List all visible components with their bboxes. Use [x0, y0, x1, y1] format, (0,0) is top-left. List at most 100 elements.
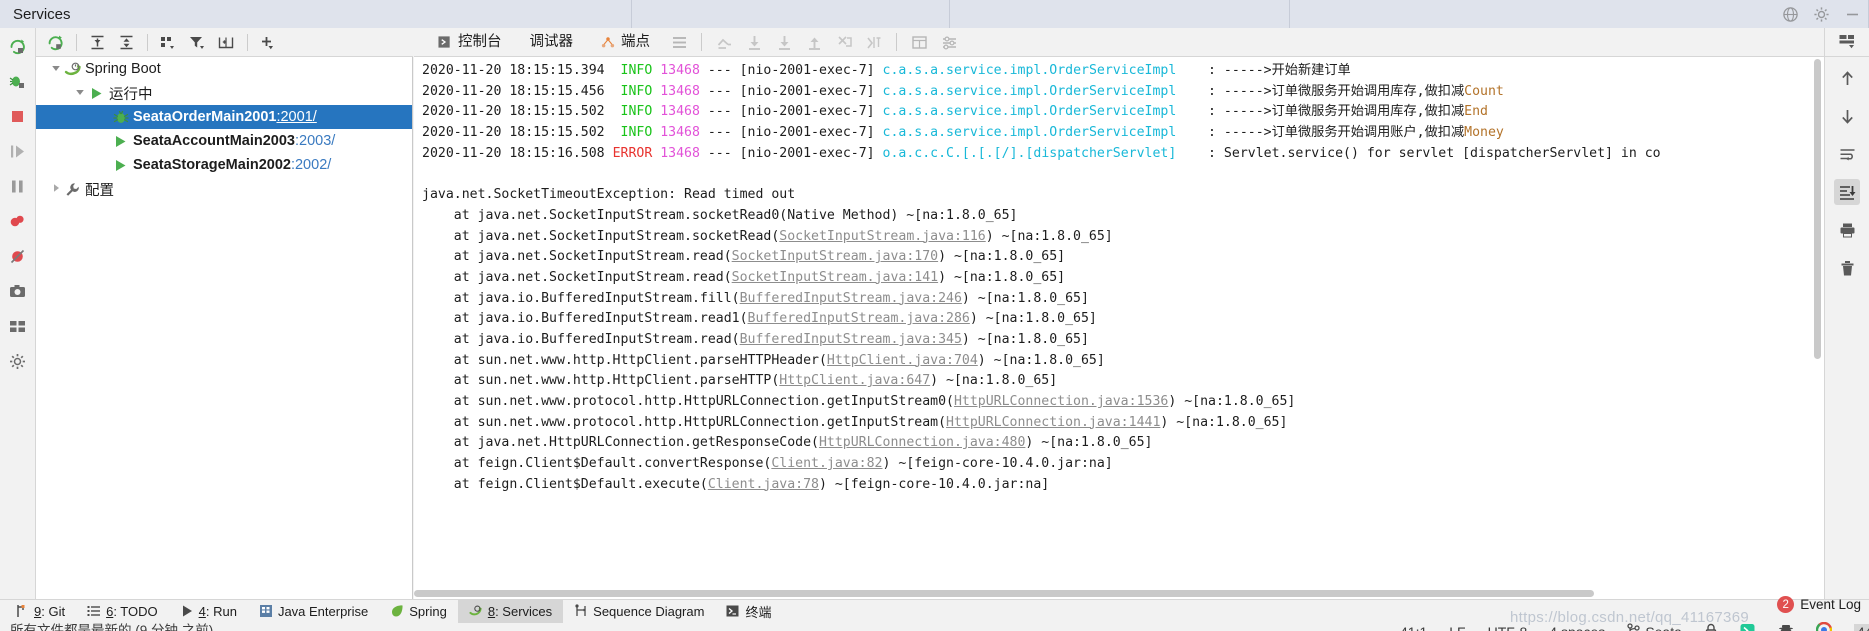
settings-sliders-icon[interactable]: [934, 30, 964, 54]
branch-icon: [1627, 623, 1640, 631]
source-link[interactable]: SocketInputStream.java:170: [732, 249, 938, 264]
group-by-icon[interactable]: [155, 30, 182, 54]
layout-icon[interactable]: [8, 316, 28, 336]
print-icon[interactable]: [1834, 217, 1860, 243]
log-segment: --- [nio-2001-exec-7]: [699, 83, 883, 99]
tab-spring-label: Spring: [409, 603, 447, 619]
scroll-to-end-icon[interactable]: [1834, 179, 1860, 205]
tab-terminal[interactable]: 终端: [715, 600, 782, 623]
source-link[interactable]: SocketInputStream.java:116: [779, 229, 985, 244]
chevron-right-icon[interactable]: [48, 181, 63, 197]
step-into-icon[interactable]: [739, 30, 769, 54]
tree-item-配置[interactable]: 配置: [36, 177, 412, 201]
log-segment: : Servlet.service() for servlet [dispatc…: [1176, 145, 1661, 161]
settings-icon[interactable]: [8, 351, 28, 371]
rerun-service-icon[interactable]: [42, 30, 69, 54]
source-link[interactable]: HttpClient.java:704: [827, 353, 978, 368]
terminal-status-icon[interactable]: [1740, 623, 1756, 631]
step-up-icon[interactable]: [799, 30, 829, 54]
run-to-cursor-icon[interactable]: [829, 30, 859, 54]
lock-icon[interactable]: [1704, 623, 1718, 631]
indent-setting[interactable]: 4 spaces: [1549, 624, 1605, 631]
page-title: Services: [0, 0, 632, 28]
log-segment: ) ~[na:1.8.0_65]: [938, 269, 1066, 285]
tab-endpoints[interactable]: 端点: [587, 29, 664, 56]
evaluate-icon[interactable]: [859, 30, 889, 54]
pause-icon[interactable]: [8, 176, 28, 196]
add-icon[interactable]: [255, 30, 282, 54]
resume-icon[interactable]: [8, 141, 28, 161]
event-log-button[interactable]: 2 Event Log: [1777, 596, 1861, 613]
memory-indicator[interactable]: 442/980M: [1853, 623, 1869, 631]
tab-java-enterprise[interactable]: Java Enterprise: [248, 600, 379, 623]
chevron-down-icon[interactable]: [48, 61, 63, 77]
tree-item-SeataOrderMain2001[interactable]: SeataOrderMain2001 :2001/: [36, 105, 412, 129]
console-log-line: at java.io.BufferedInputStream.fill(Buff…: [422, 289, 1824, 310]
stop-icon[interactable]: [8, 106, 28, 126]
tree-item-Spring Boot[interactable]: Spring Boot: [36, 57, 412, 81]
soft-wrap-icon[interactable]: [1834, 141, 1860, 167]
chrome-icon[interactable]: [1815, 621, 1833, 631]
tab-todo-mnemonic: 6: [106, 603, 114, 619]
debug-rerun-icon[interactable]: [8, 71, 28, 91]
console-layout-button[interactable]: [1824, 28, 1869, 57]
file-encoding[interactable]: UTF-8: [1488, 624, 1528, 631]
tab-console[interactable]: 控制台: [424, 29, 516, 56]
chevron-down-icon[interactable]: [72, 85, 87, 101]
view-breakpoints-icon[interactable]: [8, 246, 28, 266]
trash-icon[interactable]: [1834, 255, 1860, 281]
source-link[interactable]: Client.java:82: [771, 456, 882, 471]
title-bar-actions: [1782, 0, 1861, 28]
source-link[interactable]: SocketInputStream.java:141: [732, 270, 938, 285]
source-link[interactable]: BufferedInputStream.java:286: [748, 311, 970, 326]
tree-item-label: SeataStorageMain2002: [133, 157, 291, 173]
tab-spring[interactable]: Spring: [379, 600, 458, 623]
mute-breakpoints-icon[interactable]: [8, 211, 28, 231]
globe-icon[interactable]: [1782, 6, 1799, 23]
console-horizontal-scrollbar[interactable]: [414, 589, 1814, 598]
tab-services[interactable]: 8: Services: [457, 599, 564, 623]
source-link[interactable]: BufferedInputStream.java:246: [740, 291, 962, 306]
gear-icon[interactable]: [1813, 6, 1830, 23]
log-segment: ERROR: [612, 145, 653, 161]
source-link[interactable]: HttpURLConnection.java:1441: [946, 415, 1160, 430]
log-segment: 2020-11-20 18:15:16.508: [422, 145, 613, 161]
tree-item-port-link[interactable]: :2002/: [291, 157, 331, 173]
line-separator[interactable]: LF: [1449, 624, 1465, 631]
console-horizontal-scroll-thumb[interactable]: [414, 590, 1594, 597]
collapse-all-icon[interactable]: [113, 30, 140, 54]
expand-all-icon[interactable]: [84, 30, 111, 54]
tab-sequence-diagram[interactable]: Sequence Diagram: [563, 600, 715, 623]
tree-item-port-link[interactable]: :2003/: [295, 133, 335, 149]
add-tab-icon[interactable]: [213, 30, 240, 54]
up-arrow-icon[interactable]: [1834, 65, 1860, 91]
console-vertical-scroll-thumb[interactable]: [1814, 59, 1821, 359]
force-step-into-icon[interactable]: [769, 30, 799, 54]
log-segment: at java.net.SocketInputStream.read(: [422, 249, 732, 265]
services-tree[interactable]: Spring Boot 运行中 SeataOrderMain2001 :2001/S…: [36, 57, 413, 599]
inspector-icon[interactable]: [1778, 623, 1794, 631]
tree-item-运行中[interactable]: 运行中: [36, 81, 412, 105]
tree-item-SeataStorageMain2002[interactable]: SeataStorageMain2002 :2002/: [36, 153, 412, 177]
console-output[interactable]: 2020-11-20 18:15:15.394 INFO 13468 --- […: [414, 57, 1824, 599]
filter-icon[interactable]: [184, 30, 211, 54]
source-link[interactable]: BufferedInputStream.java:345: [740, 332, 962, 347]
tree-item-SeataAccountMain2003[interactable]: SeataAccountMain2003 :2003/: [36, 129, 412, 153]
table-icon[interactable]: [904, 30, 934, 54]
tab-debugger[interactable]: 调试器: [516, 29, 588, 56]
spring-leaf-icon: [390, 604, 404, 618]
source-link[interactable]: HttpURLConnection.java:480: [819, 435, 1025, 450]
source-link[interactable]: Client.java:78: [708, 477, 819, 492]
rerun-icon[interactable]: [8, 36, 28, 56]
step-out-icon[interactable]: [709, 30, 739, 54]
caret-position[interactable]: 41:1: [1400, 624, 1427, 631]
source-link[interactable]: HttpClient.java:647: [779, 373, 930, 388]
down-arrow-icon[interactable]: [1834, 103, 1860, 129]
source-link[interactable]: HttpURLConnection.java:1536: [954, 394, 1168, 409]
vcs-branch[interactable]: Seata: [1627, 623, 1682, 631]
layout-lines-icon[interactable]: [664, 30, 694, 54]
console-vertical-scrollbar[interactable]: [1813, 59, 1822, 597]
tree-item-port-link[interactable]: :2001/: [276, 109, 316, 125]
minimize-icon[interactable]: [1844, 6, 1861, 23]
camera-icon[interactable]: [8, 281, 28, 301]
